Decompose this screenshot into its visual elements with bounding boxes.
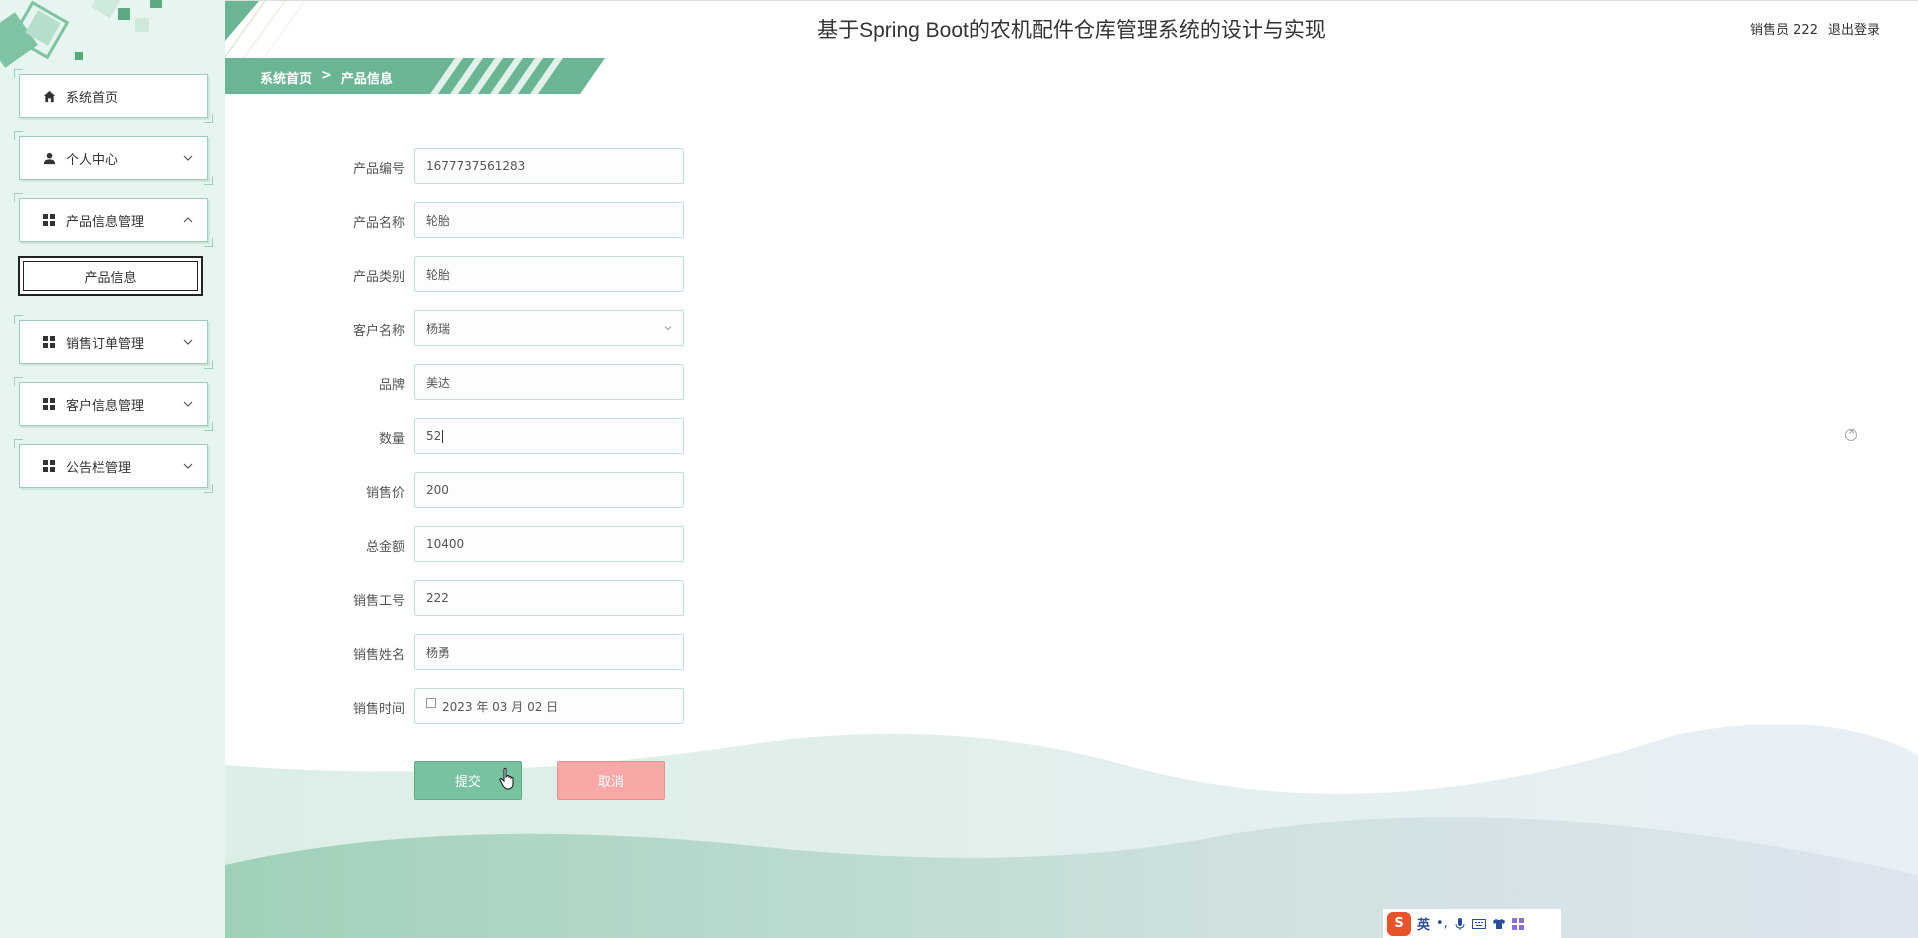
field-label: 产品类别 — [352, 270, 405, 285]
logout-link[interactable]: 退出登录 — [1828, 19, 1880, 38]
field-value: 轮胎 — [426, 213, 451, 228]
ime-toolbar: S 英 •, — [1383, 909, 1561, 938]
field-value: 222 — [426, 591, 449, 605]
sidebar-item-customer-management[interactable]: 客户信息管理 — [14, 377, 213, 431]
user-area: 销售员 222 退出登录 — [1750, 19, 1880, 38]
sales-id-input[interactable]: 222 — [414, 580, 684, 616]
field-label: 产品编号 — [352, 162, 405, 177]
sidebar-item-product-management[interactable]: 产品信息管理 — [14, 193, 213, 247]
sidebar-item-label: 产品信息管理 — [66, 214, 145, 230]
keyboard-icon[interactable] — [1471, 918, 1486, 930]
field-label: 销售姓名 — [352, 648, 405, 663]
close-circle-icon[interactable] — [1845, 427, 1857, 441]
calendar-icon — [426, 698, 436, 708]
grid-icon — [42, 397, 56, 411]
field-label: 销售时间 — [352, 702, 405, 717]
sales-name-input[interactable]: 杨勇 — [414, 634, 684, 670]
microphone-icon[interactable] — [1454, 917, 1466, 931]
sidebar: 系统首页 个人中心 产品信息管理 产品信息 销售订单管理 客户信息管理 公告栏管… — [0, 0, 225, 938]
sidebar-item-label: 公告栏管理 — [66, 460, 132, 476]
field-label: 销售价 — [365, 486, 405, 501]
form-row: 数量 52 — [225, 418, 685, 454]
grid-icon — [42, 213, 56, 227]
field-value: 1677737561283 — [426, 159, 526, 173]
field-label: 销售工号 — [352, 594, 405, 609]
grid-icon — [42, 459, 56, 473]
user-role-label: 销售员 222 — [1750, 23, 1818, 38]
sidebar-item-label: 客户信息管理 — [66, 398, 145, 414]
product-name-input[interactable]: 轮胎 — [414, 202, 684, 238]
text-cursor — [442, 429, 444, 443]
field-value: 2023 年 03 月 02 日 — [442, 699, 559, 714]
form-row: 销售工号 222 — [225, 580, 685, 616]
form-row: 总金额 10400 — [225, 526, 685, 562]
field-value: 200 — [426, 483, 449, 497]
page-title: 基于Spring Boot的农机配件仓库管理系统的设计与实现 — [817, 19, 1326, 42]
quantity-input[interactable]: 52 — [414, 418, 684, 454]
sidebar-subitem-product-info[interactable]: 产品信息 — [18, 256, 203, 296]
background-hills — [225, 725, 1918, 938]
chevron-down-icon — [183, 339, 193, 345]
chevron-up-icon — [183, 217, 193, 223]
breadcrumb: 系统首页 > 产品信息 — [260, 68, 393, 87]
chevron-down-icon — [183, 401, 193, 407]
grid-icon — [42, 335, 56, 349]
breadcrumb-current: 产品信息 — [340, 72, 393, 87]
skin-shirt-icon[interactable] — [1492, 918, 1506, 930]
sidebar-decoration — [0, 0, 162, 68]
product-category-input[interactable]: 轮胎 — [414, 256, 684, 292]
sogou-logo-icon: S — [1387, 911, 1411, 936]
field-label: 品牌 — [378, 378, 405, 393]
toolbox-grid-icon[interactable] — [1511, 917, 1524, 930]
chevron-down-icon — [183, 463, 193, 469]
form-row: 销售姓名 杨勇 — [225, 634, 685, 670]
sidebar-item-label: 销售订单管理 — [66, 336, 145, 352]
sidebar-item-label: 个人中心 — [66, 152, 119, 168]
sidebar-subitem-label: 产品信息 — [84, 270, 137, 286]
sidebar-item-home[interactable]: 系统首页 — [14, 69, 213, 123]
product-code-input[interactable]: 1677737561283 — [414, 148, 684, 184]
form-row: 产品名称 轮胎 — [225, 202, 685, 238]
sale-price-input[interactable]: 200 — [414, 472, 684, 508]
breadcrumb-separator: > — [321, 68, 332, 83]
field-value: 轮胎 — [426, 267, 451, 282]
sidebar-item-personal-center[interactable]: 个人中心 — [14, 131, 213, 185]
form-row: 客户名称 杨瑞 — [225, 310, 685, 346]
form-row: 产品类别 轮胎 — [225, 256, 685, 292]
form-row: 产品编号 1677737561283 — [225, 148, 685, 184]
cancel-button[interactable]: 取消 — [557, 761, 665, 800]
field-value: 杨瑞 — [426, 321, 451, 336]
field-label: 产品名称 — [352, 216, 405, 231]
customer-name-select[interactable]: 杨瑞 — [414, 310, 684, 346]
user-icon — [42, 151, 56, 165]
breadcrumb-home[interactable]: 系统首页 — [260, 68, 312, 87]
form-row: 品牌 美达 — [225, 364, 685, 400]
field-value: 52 — [426, 429, 442, 443]
ime-mode[interactable]: 英 — [1417, 914, 1430, 933]
brand-input[interactable]: 美达 — [414, 364, 684, 400]
sales-date-input[interactable]: 2023 年 03 月 02 日 — [414, 688, 684, 724]
punctuation-icon[interactable]: •, — [1436, 916, 1448, 931]
sidebar-item-bulletin-management[interactable]: 公告栏管理 — [14, 439, 213, 493]
sidebar-item-sales-orders[interactable]: 销售订单管理 — [14, 315, 213, 369]
chevron-down-icon — [664, 326, 672, 331]
total-amount-input[interactable]: 10400 — [414, 526, 684, 562]
form-row: 销售价 200 — [225, 472, 685, 508]
hand-cursor-icon — [499, 767, 514, 790]
home-icon — [42, 89, 56, 103]
sidebar-item-label: 系统首页 — [66, 90, 119, 106]
field-value: 10400 — [426, 537, 465, 551]
field-value: 杨勇 — [426, 645, 451, 660]
field-label: 总金额 — [365, 540, 405, 555]
chevron-down-icon — [183, 155, 193, 161]
form-row: 销售时间 2023 年 03 月 02 日 — [225, 688, 685, 724]
field-label: 数量 — [378, 432, 405, 447]
field-value: 美达 — [426, 375, 451, 390]
field-label: 客户名称 — [352, 324, 405, 339]
